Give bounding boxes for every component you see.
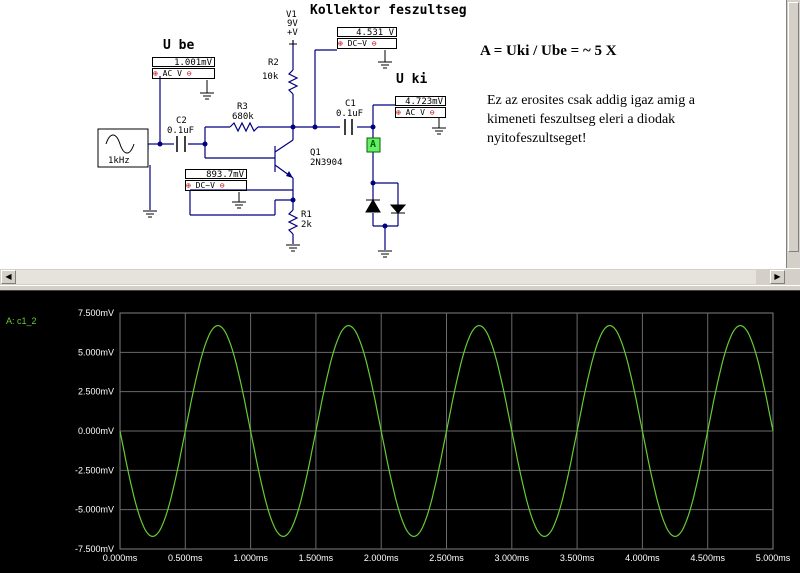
x-tick-label: 2.000ms [364, 553, 399, 563]
meter-mode-row: ⊕ DC~V ⊖ [337, 38, 397, 49]
q1-name: Q1 [310, 148, 321, 158]
y-tick-label: -2.500mV [75, 465, 114, 475]
c2-value: 0.1uF [167, 126, 195, 136]
meter-minus-terminal: ⊖ [429, 108, 435, 117]
scroll-left-button[interactable]: ◀ [1, 270, 16, 284]
vertical-scrollbar[interactable] [786, 0, 800, 268]
horizontal-scrollbar[interactable]: ◀ ▶ [0, 268, 800, 285]
v1-node: +V [287, 28, 298, 38]
x-tick-label: 0.000ms [103, 553, 138, 563]
x-tick-label: 0.500ms [168, 553, 203, 563]
x-tick-label: 3.500ms [560, 553, 595, 563]
note-text: Ez az erosites csak addig igaz amig a ki… [487, 91, 695, 148]
meter-mode: AC V [405, 108, 425, 117]
meter-plus-terminal: ⊕ [338, 39, 343, 48]
note-line: kimeneti feszultseg eleri a diodak [487, 112, 676, 127]
u-ki-label: U ki [396, 72, 428, 87]
emitter-dc-meter[interactable]: 893.7mV ⊕ DC~V ⊖ [185, 169, 250, 193]
meter-plus-terminal: ⊕ [186, 181, 191, 190]
y-tick-label: -5.000mV [75, 505, 114, 515]
u-be-label: U be [163, 38, 195, 53]
meter-minus-terminal: ⊖ [371, 39, 377, 48]
x-tick-label: 4.000ms [625, 553, 660, 563]
x-tick-label: 4.500ms [690, 553, 725, 563]
probe-label[interactable]: A [370, 139, 376, 150]
meter-mode-row: ⊕ AC V ⊖ [152, 68, 215, 79]
c1-value: 0.1uF [336, 109, 364, 119]
r2-name: R2 [268, 58, 279, 68]
x-tick-label: 2.500ms [429, 553, 464, 563]
x-tick-label: 1.000ms [233, 553, 268, 563]
waveform-plot[interactable]: 0.000ms 0.500ms 1.000ms 1.500ms 2.000ms 2.500… [0, 291, 800, 573]
meter-readout: 1.001mV [152, 57, 215, 68]
gain-formula: A = Uki / Ube = ~ 5 X [480, 43, 617, 59]
r3-name: R3 [237, 102, 248, 112]
generator-label: 1kHz [108, 156, 130, 166]
schematic-title: Kollektor feszultseg [310, 3, 467, 18]
meter-mode-row: ⊕ DC~V ⊖ [185, 180, 247, 191]
arrow-right-icon: ▶ [774, 272, 781, 281]
note-line: nyitofeszultseget! [487, 131, 587, 146]
series-legend: A: c1_2 [6, 316, 37, 326]
y-tick-label: 5.000mV [78, 347, 114, 357]
meter-readout: 4.723mV [395, 96, 446, 107]
meter-mode-row: ⊕ AC V ⊖ [395, 107, 446, 118]
r2-value: 10k [262, 72, 279, 82]
x-tick-label: 3.000ms [495, 553, 530, 563]
input-ac-meter[interactable]: 1.001mV ⊕ AC V ⊖ [152, 57, 217, 81]
y-tick-label: 7.500mV [78, 308, 114, 318]
r3-value: 680k [232, 112, 254, 122]
vertical-scroll-thumb[interactable] [788, 2, 799, 252]
x-tick-label: 5.000ms [756, 553, 791, 563]
meter-minus-terminal: ⊖ [219, 181, 225, 190]
schematic-canvas[interactable]: Kollektor feszultseg U be U ki V1 9V +V … [0, 0, 800, 268]
meter-mode: AC V [162, 69, 182, 78]
collector-dc-meter[interactable]: 4.531 V ⊕ DC~V ⊖ [337, 27, 402, 51]
meter-plus-terminal: ⊕ [396, 108, 401, 117]
y-tick-label: -7.500mV [75, 544, 114, 554]
arrow-left-icon: ◀ [5, 272, 12, 281]
y-tick-label: 0.000mV [78, 426, 114, 436]
meter-minus-terminal: ⊖ [186, 69, 192, 78]
grapher-panel[interactable]: 0.000ms 0.500ms 1.000ms 1.500ms 2.000ms 2.500… [0, 291, 800, 573]
q1-value: 2N3904 [310, 158, 343, 168]
meter-mode: DC~V [347, 39, 367, 48]
r1-value: 2k [301, 220, 312, 230]
note-line: Ez az erosites csak addig igaz amig a [487, 93, 695, 108]
meter-readout: 4.531 V [337, 27, 397, 38]
meter-mode: DC~V [195, 181, 215, 190]
x-tick-label: 1.500ms [299, 553, 334, 563]
output-ac-meter[interactable]: 4.723mV ⊕ AC V ⊖ [395, 96, 460, 120]
horizontal-scroll-track[interactable] [16, 270, 756, 284]
r1-name: R1 [301, 210, 312, 220]
meter-readout: 893.7mV [185, 169, 247, 180]
c2-name: C2 [176, 116, 187, 126]
scroll-right-button[interactable]: ▶ [770, 270, 785, 284]
c1-name: C1 [345, 99, 356, 109]
y-tick-label: 2.500mV [78, 387, 114, 397]
meter-plus-terminal: ⊕ [153, 69, 158, 78]
